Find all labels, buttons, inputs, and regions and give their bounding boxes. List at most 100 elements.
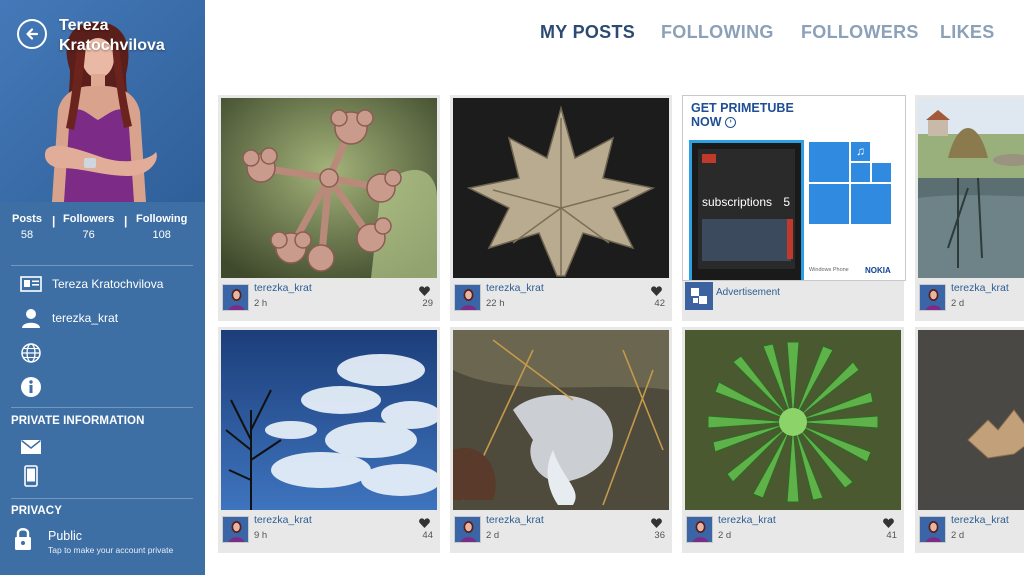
stat-value: 58 [20, 229, 34, 241]
post-card[interactable]: terezka_krat 22 h 42 [450, 95, 672, 321]
post-time: 9 h [254, 530, 268, 541]
website-row[interactable] [19, 342, 52, 364]
post-meta: terezka_krat 2 d [915, 278, 1024, 321]
stat-following[interactable]: Following 108 [136, 212, 187, 243]
ad-brand: NOKIA [865, 266, 891, 275]
divider [11, 498, 193, 499]
avatar[interactable] [686, 516, 713, 543]
avatar[interactable] [454, 284, 481, 311]
avatar[interactable] [919, 284, 946, 311]
post-photo[interactable] [918, 330, 1024, 510]
post-username[interactable]: terezka_krat [486, 282, 544, 294]
post-meta: terezka_krat 2 d 36 [450, 510, 672, 553]
ad-phone-number: 5 [783, 195, 790, 209]
advertisement-card[interactable]: GET PRIMETUBE NOW › subscriptions 5 ♫ Wi… [682, 95, 906, 321]
stat-divider: | [52, 214, 56, 228]
profile-hero: Tereza Kratochvilova [0, 0, 205, 202]
post-username[interactable]: terezka_krat [718, 514, 776, 526]
post-username[interactable]: terezka_krat [254, 282, 312, 294]
post-likes: 44 [422, 530, 433, 541]
post-card[interactable]: terezka_krat 2 d [915, 327, 1024, 553]
post-time: 2 d [486, 530, 500, 541]
profile-sidebar: Tereza Kratochvilova Posts 58 | Follower… [0, 0, 205, 575]
post-username[interactable]: terezka_krat [951, 514, 1009, 526]
avatar[interactable] [222, 516, 249, 543]
post-likes: 36 [654, 530, 665, 541]
ad-label: Advertisement [716, 287, 780, 298]
post-meta: terezka_krat 2 d [915, 510, 1024, 553]
post-likes: 29 [422, 298, 433, 309]
app-window: Tereza Kratochvilova Posts 58 | Follower… [0, 0, 1024, 575]
privacy-toggle[interactable]: Public Tap to make your account private [48, 529, 173, 556]
tab-following[interactable]: FOLLOWING [661, 22, 774, 43]
post-username[interactable]: terezka_krat [486, 514, 544, 526]
post-photo[interactable] [685, 330, 901, 510]
full-name-label: Tereza Kratochvilova [52, 277, 164, 291]
post-time: 22 h [486, 298, 505, 309]
ad-meta: Advertisement [682, 278, 904, 321]
post-time: 2 h [254, 298, 268, 309]
stat-label: Following [136, 213, 188, 225]
post-time: 2 d [718, 530, 732, 541]
post-card[interactable]: terezka_krat 2 d [915, 95, 1024, 321]
divider [11, 265, 193, 266]
bio-row[interactable] [19, 376, 52, 398]
post-card[interactable]: terezka_krat 2 d 36 [450, 327, 672, 553]
post-time: 2 d [951, 298, 965, 309]
id-card-icon [19, 273, 43, 295]
post-photo[interactable] [453, 330, 669, 510]
stat-value: 76 [82, 229, 95, 241]
stat-label: Posts [12, 213, 42, 225]
post-card[interactable]: terezka_krat 2 h 29 [218, 95, 440, 321]
user-icon [19, 307, 43, 329]
post-likes: 41 [886, 530, 897, 541]
avatar[interactable] [919, 516, 946, 543]
post-meta: terezka_krat 2 h 29 [218, 278, 440, 321]
tab-my-posts[interactable]: MY POSTS [540, 22, 635, 43]
stat-posts[interactable]: Posts 58 [12, 212, 42, 243]
post-username[interactable]: terezka_krat [951, 282, 1009, 294]
post-photo[interactable] [221, 330, 437, 510]
profile-name: Tereza Kratochvilova [59, 17, 165, 54]
ad-headline-line1: GET PRIMETUBE [691, 101, 794, 115]
ad-phone-image: subscriptions 5 [689, 140, 804, 280]
post-card[interactable]: terezka_krat 9 h 44 [218, 327, 440, 553]
ad-platform: Windows Phone [809, 267, 849, 273]
stat-followers[interactable]: Followers 76 [63, 212, 114, 243]
ad-headline-line2: NOW [691, 115, 722, 129]
stat-value: 108 [152, 229, 171, 241]
post-username[interactable]: terezka_krat [254, 514, 312, 526]
username-label: terezka_krat [52, 311, 119, 325]
tab-likes[interactable]: LIKES [940, 22, 995, 43]
post-photo[interactable] [221, 98, 437, 278]
avatar[interactable] [222, 284, 249, 311]
post-likes: 42 [654, 298, 665, 309]
privacy-hint: Tap to make your account private [48, 545, 174, 555]
stat-divider: | [124, 214, 128, 228]
full-name-row[interactable]: Tereza Kratochvilova [19, 273, 163, 295]
back-button[interactable] [17, 19, 47, 49]
lock-icon [11, 528, 35, 550]
privacy-title: PRIVACY [11, 505, 62, 517]
post-photo[interactable] [453, 98, 669, 278]
profile-stats: Posts 58 | Followers 76 | Following 108 [0, 212, 205, 256]
tab-followers[interactable]: FOLLOWERS [801, 22, 919, 43]
post-photo[interactable] [918, 98, 1024, 278]
post-meta: terezka_krat 2 d 41 [682, 510, 904, 553]
globe-icon [19, 342, 43, 364]
post-time: 2 d [951, 530, 965, 541]
stat-label: Followers [63, 213, 115, 225]
back-arrow-icon [26, 28, 39, 40]
ad-banner[interactable]: GET PRIMETUBE NOW › subscriptions 5 ♫ Wi… [682, 95, 906, 281]
avatar[interactable] [454, 516, 481, 543]
post-card[interactable]: terezka_krat 2 d 41 [682, 327, 904, 553]
privacy-value: Public [48, 529, 83, 543]
username-row[interactable]: terezka_krat [19, 307, 118, 329]
info-icon [19, 376, 43, 398]
privacy-toggle-icon-wrap[interactable] [11, 528, 44, 550]
email-row[interactable] [19, 436, 52, 458]
advertisement-icon [685, 282, 713, 310]
arrow-circle-icon: › [725, 117, 737, 129]
post-meta: terezka_krat 9 h 44 [218, 510, 440, 553]
phone-row[interactable] [19, 465, 52, 487]
